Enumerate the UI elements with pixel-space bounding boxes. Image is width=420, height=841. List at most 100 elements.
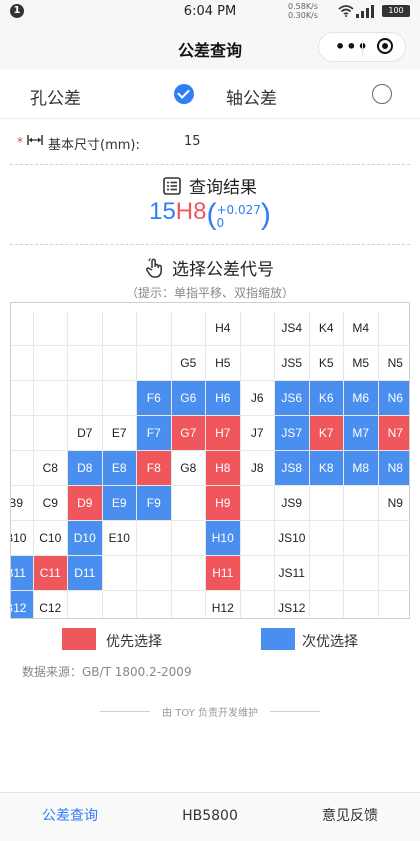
select-title: 选择公差代号 [172,260,274,280]
tolerance-cell-n8[interactable]: N8 [378,451,409,486]
tolerance-cell-c12[interactable]: C12 [34,591,68,618]
tolerance-cell-n6[interactable]: N6 [378,381,409,416]
tab-hb5800[interactable]: HB5800 [140,793,280,841]
tolerance-grid-canvas[interactable]: H4 JS4 K4 M4 G5 H5 JS5 K5 M5 N5 F6 G6 H6 J6 JS6 K6 M6 N6 D… [11,311,409,618]
legend-primary-swatch [62,628,96,650]
tolerance-cell-h11[interactable]: H11 [206,556,241,591]
tolerance-cell-d7[interactable]: D7 [68,416,103,451]
tolerance-cell-js9[interactable]: JS9 [275,486,310,521]
divider [10,164,410,165]
empty-cell [11,346,34,381]
network-speed-down: 0.30K/s [288,11,318,20]
tab-tolerance-query[interactable]: 公差查询 [0,793,140,841]
empty-cell [309,521,344,556]
empty-cell [171,556,206,591]
empty-cell [344,556,379,591]
tolerance-cell-m8[interactable]: M8 [344,451,379,486]
tolerance-cell-js5[interactable]: JS5 [275,346,310,381]
tolerance-cell-k8[interactable]: K8 [309,451,344,486]
tolerance-cell-m7[interactable]: M7 [344,416,379,451]
tolerance-cell-c9[interactable]: C9 [33,486,68,521]
tolerance-cell-d9[interactable]: D9 [68,486,103,521]
shaft-tolerance-radio[interactable] [372,84,392,104]
grid-row: G5 H5 JS5 K5 M5 N5 [11,346,409,381]
lower-deviation: 0 [216,216,225,230]
tolerance-cell-f9[interactable]: F9 [137,486,172,521]
tolerance-cell-h5[interactable]: H5 [206,346,241,381]
tolerance-cell-e8[interactable]: E8 [102,451,137,486]
tolerance-cell-e7[interactable]: E7 [102,416,137,451]
tolerance-cell-h4[interactable]: H4 [206,311,241,346]
tolerance-cell-k7[interactable]: K7 [309,416,344,451]
tolerance-cell-g8[interactable]: G8 [171,451,206,486]
tolerance-cell-b9[interactable]: B9 [11,486,34,521]
hole-tolerance-label[interactable]: 孔公差 [30,84,81,109]
tolerance-cell-k5[interactable]: K5 [309,346,344,381]
grid-row: B9C9D9E9F9 H9 JS9 N9 [11,486,409,521]
tolerance-cell-g6[interactable]: G6 [171,381,206,416]
tolerance-cell-f6[interactable]: F6 [137,381,172,416]
tolerance-cell-b12[interactable]: B12 [11,591,34,618]
tolerance-cell-d10[interactable]: D10 [68,521,103,556]
tolerance-cell-c11[interactable]: C11 [33,556,68,591]
tolerance-cell-d11[interactable]: D11 [68,556,103,591]
tolerance-cell-js7[interactable]: JS7 [275,416,310,451]
hole-tolerance-radio[interactable] [174,84,194,104]
tolerance-cell-k6[interactable]: K6 [309,381,344,416]
tolerance-cell-j7[interactable]: J7 [240,416,275,451]
empty-cell [11,311,34,346]
tolerance-cell-h10[interactable]: H10 [206,521,241,556]
tolerance-cell-e9[interactable]: E9 [102,486,137,521]
battery-icon: 100 [382,5,410,17]
tolerance-cell-n9[interactable]: N9 [378,486,409,521]
tolerance-cell-g5[interactable]: G5 [171,346,206,381]
empty-cell [33,416,68,451]
tolerance-cell-g7[interactable]: G7 [171,416,206,451]
tolerance-cell-h8[interactable]: H8 [206,451,241,486]
result-open-paren: ( [206,198,217,231]
tolerance-cell-n5[interactable]: N5 [378,346,409,381]
legend: 优先选择 次优选择 [0,628,420,652]
tolerance-cell-js6[interactable]: JS6 [275,381,310,416]
tolerance-cell-f8[interactable]: F8 [137,451,172,486]
legend-primary-label: 优先选择 [106,634,162,650]
shaft-tolerance-label[interactable]: 轴公差 [226,84,277,109]
empty-cell [310,591,344,618]
tolerance-cell-n7[interactable]: N7 [378,416,409,451]
grid-row: H4 JS4 K4 M4 [11,311,409,346]
tolerance-cell-js10[interactable]: JS10 [275,521,310,556]
tolerance-cell-k4[interactable]: K4 [309,311,344,346]
divider [10,244,410,245]
tolerance-cell-b11[interactable]: B11 [11,556,34,591]
tolerance-cell-h6[interactable]: H6 [206,381,241,416]
tolerance-grid[interactable]: H4 JS4 K4 M4 G5 H5 JS5 K5 M5 N5 F6 G6 H6 J6 JS6 K6 M6 N6 D… [10,302,410,619]
tolerance-cell-m5[interactable]: M5 [344,346,379,381]
tolerance-cell-m6[interactable]: M6 [344,381,379,416]
empty-cell [103,591,137,618]
tolerance-cell-e10[interactable]: E10 [102,521,137,556]
tolerance-cell-c10[interactable]: C10 [33,521,68,556]
tolerance-cell-c8[interactable]: C8 [33,451,68,486]
close-miniprogram-icon[interactable] [377,38,393,54]
tolerance-cell-js4[interactable]: JS4 [275,311,310,346]
tolerance-cell-b10[interactable]: B10 [11,521,34,556]
tolerance-cell-js11[interactable]: JS11 [275,556,310,591]
tolerance-cell-j8[interactable]: J8 [240,451,275,486]
dimension-icon [27,135,43,145]
tab-feedback[interactable]: 意见反馈 [280,793,420,841]
more-options-icon[interactable]: ••• [335,37,369,56]
basic-size-input[interactable]: 15 [184,134,201,149]
tolerance-cell-f7[interactable]: F7 [137,416,172,451]
tolerance-cell-j6[interactable]: J6 [240,381,275,416]
tolerance-cell-h12[interactable]: H12 [206,591,241,618]
empty-cell [11,416,34,451]
tab-bar: 公差查询 HB5800 意见反馈 [0,792,420,841]
empty-cell [137,556,172,591]
tolerance-cell-d8[interactable]: D8 [68,451,103,486]
tolerance-cell-js12[interactable]: JS12 [275,591,310,618]
tolerance-cell-js8[interactable]: JS8 [275,451,310,486]
empty-cell [344,591,379,618]
tolerance-cell-h9[interactable]: H9 [206,486,241,521]
tolerance-cell-m4[interactable]: M4 [344,311,379,346]
tolerance-cell-h7[interactable]: H7 [206,416,241,451]
